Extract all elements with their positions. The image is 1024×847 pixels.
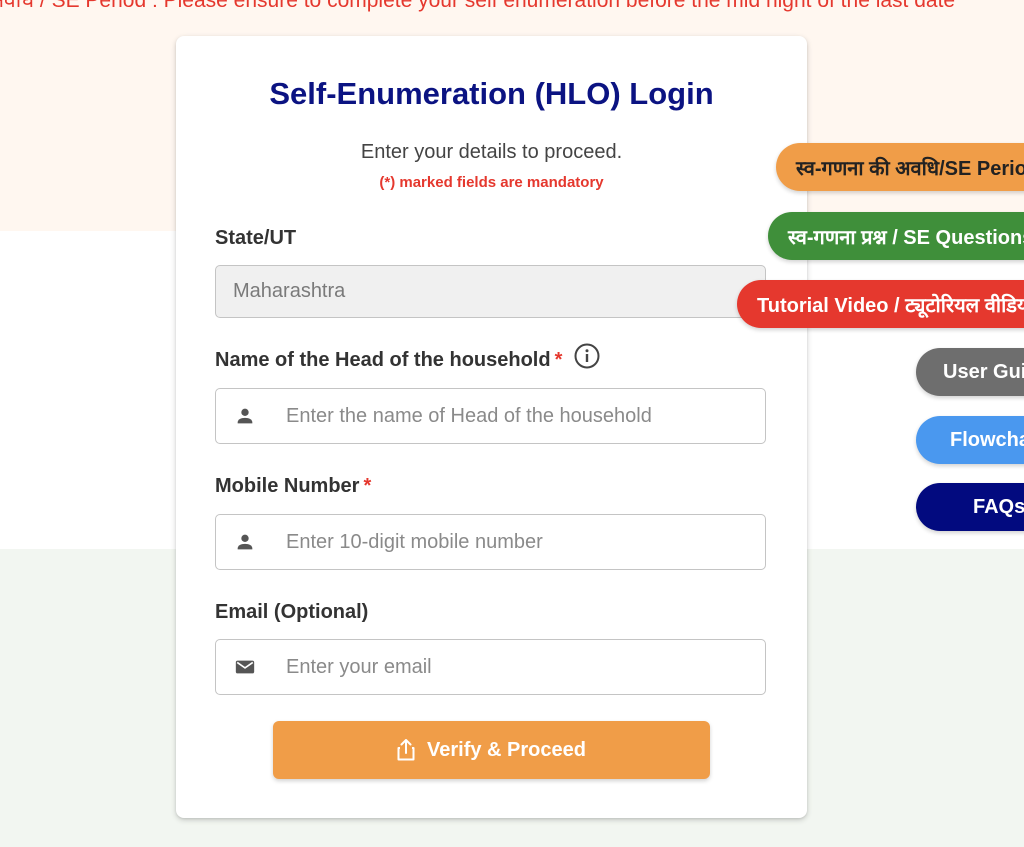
state-field: Maharashtra	[215, 265, 766, 318]
verify-proceed-button[interactable]: Verify & Proceed	[273, 721, 710, 779]
mail-icon	[234, 656, 256, 678]
email-input[interactable]: Enter your email	[215, 639, 766, 695]
se-questions-button[interactable]: स्व-गणना प्रश्न / SE Questions	[768, 212, 1024, 260]
mandatory-note: (*) marked fields are mandatory	[379, 174, 604, 191]
faqs-label: FAQs	[973, 495, 1024, 518]
se-period-button[interactable]: स्व-गणना की अवधि/SE Period	[776, 143, 1024, 191]
email-placeholder: Enter your email	[286, 655, 432, 678]
email-label: Email (Optional)	[215, 600, 368, 624]
person-icon	[234, 405, 256, 427]
user-guide-label: User Guide	[943, 360, 1024, 383]
se-questions-label: स्व-गणना प्रश्न / SE Questions	[788, 226, 1024, 249]
flowchart-button[interactable]: Flowchart	[916, 416, 1024, 464]
verify-proceed-label: Verify & Proceed	[427, 738, 586, 761]
mobile-label-text: Mobile Number	[215, 475, 360, 497]
email-label-text: Email (Optional)	[215, 601, 369, 623]
required-mark: *	[363, 475, 372, 497]
page-subtitle: Enter your details to proceed.	[360, 141, 623, 163]
info-icon[interactable]	[574, 343, 600, 375]
person-icon	[234, 531, 256, 553]
se-period-label: स्व-गणना की अवधि/SE Period	[796, 157, 1024, 180]
head-name-placeholder: Enter the name of Head of the household	[286, 404, 652, 427]
mobile-input[interactable]: Enter 10-digit mobile number	[215, 514, 766, 570]
head-name-label: Name of the Head of the household *	[215, 343, 600, 375]
required-mark: *	[554, 348, 563, 371]
user-guide-button[interactable]: User Guide	[916, 348, 1024, 396]
tutorial-video-button[interactable]: Tutorial Video / ट्यूटोरियल वीडियो	[737, 280, 1024, 328]
share-icon	[397, 739, 415, 761]
announcement-marquee: अवधि / SE Period : Please ensure to comp…	[0, 0, 956, 12]
head-name-input[interactable]: Enter the name of Head of the household	[215, 388, 766, 444]
mobile-label: Mobile Number *	[215, 474, 371, 498]
state-value: Maharashtra	[233, 280, 346, 302]
flowchart-label: Flowchart	[950, 428, 1024, 451]
state-label-text: State/UT	[215, 227, 297, 249]
mobile-placeholder: Enter 10-digit mobile number	[286, 530, 543, 553]
head-name-label-text: Name of the Head of the household	[215, 348, 551, 371]
faqs-button[interactable]: FAQs	[916, 483, 1024, 531]
tutorial-video-label: Tutorial Video / ट्यूटोरियल वीडियो	[757, 294, 1024, 317]
login-card: Self-Enumeration (HLO) Login Enter your …	[176, 36, 807, 818]
state-label: State/UT	[215, 226, 296, 250]
page-title: Self-Enumeration (HLO) Login	[269, 76, 714, 111]
